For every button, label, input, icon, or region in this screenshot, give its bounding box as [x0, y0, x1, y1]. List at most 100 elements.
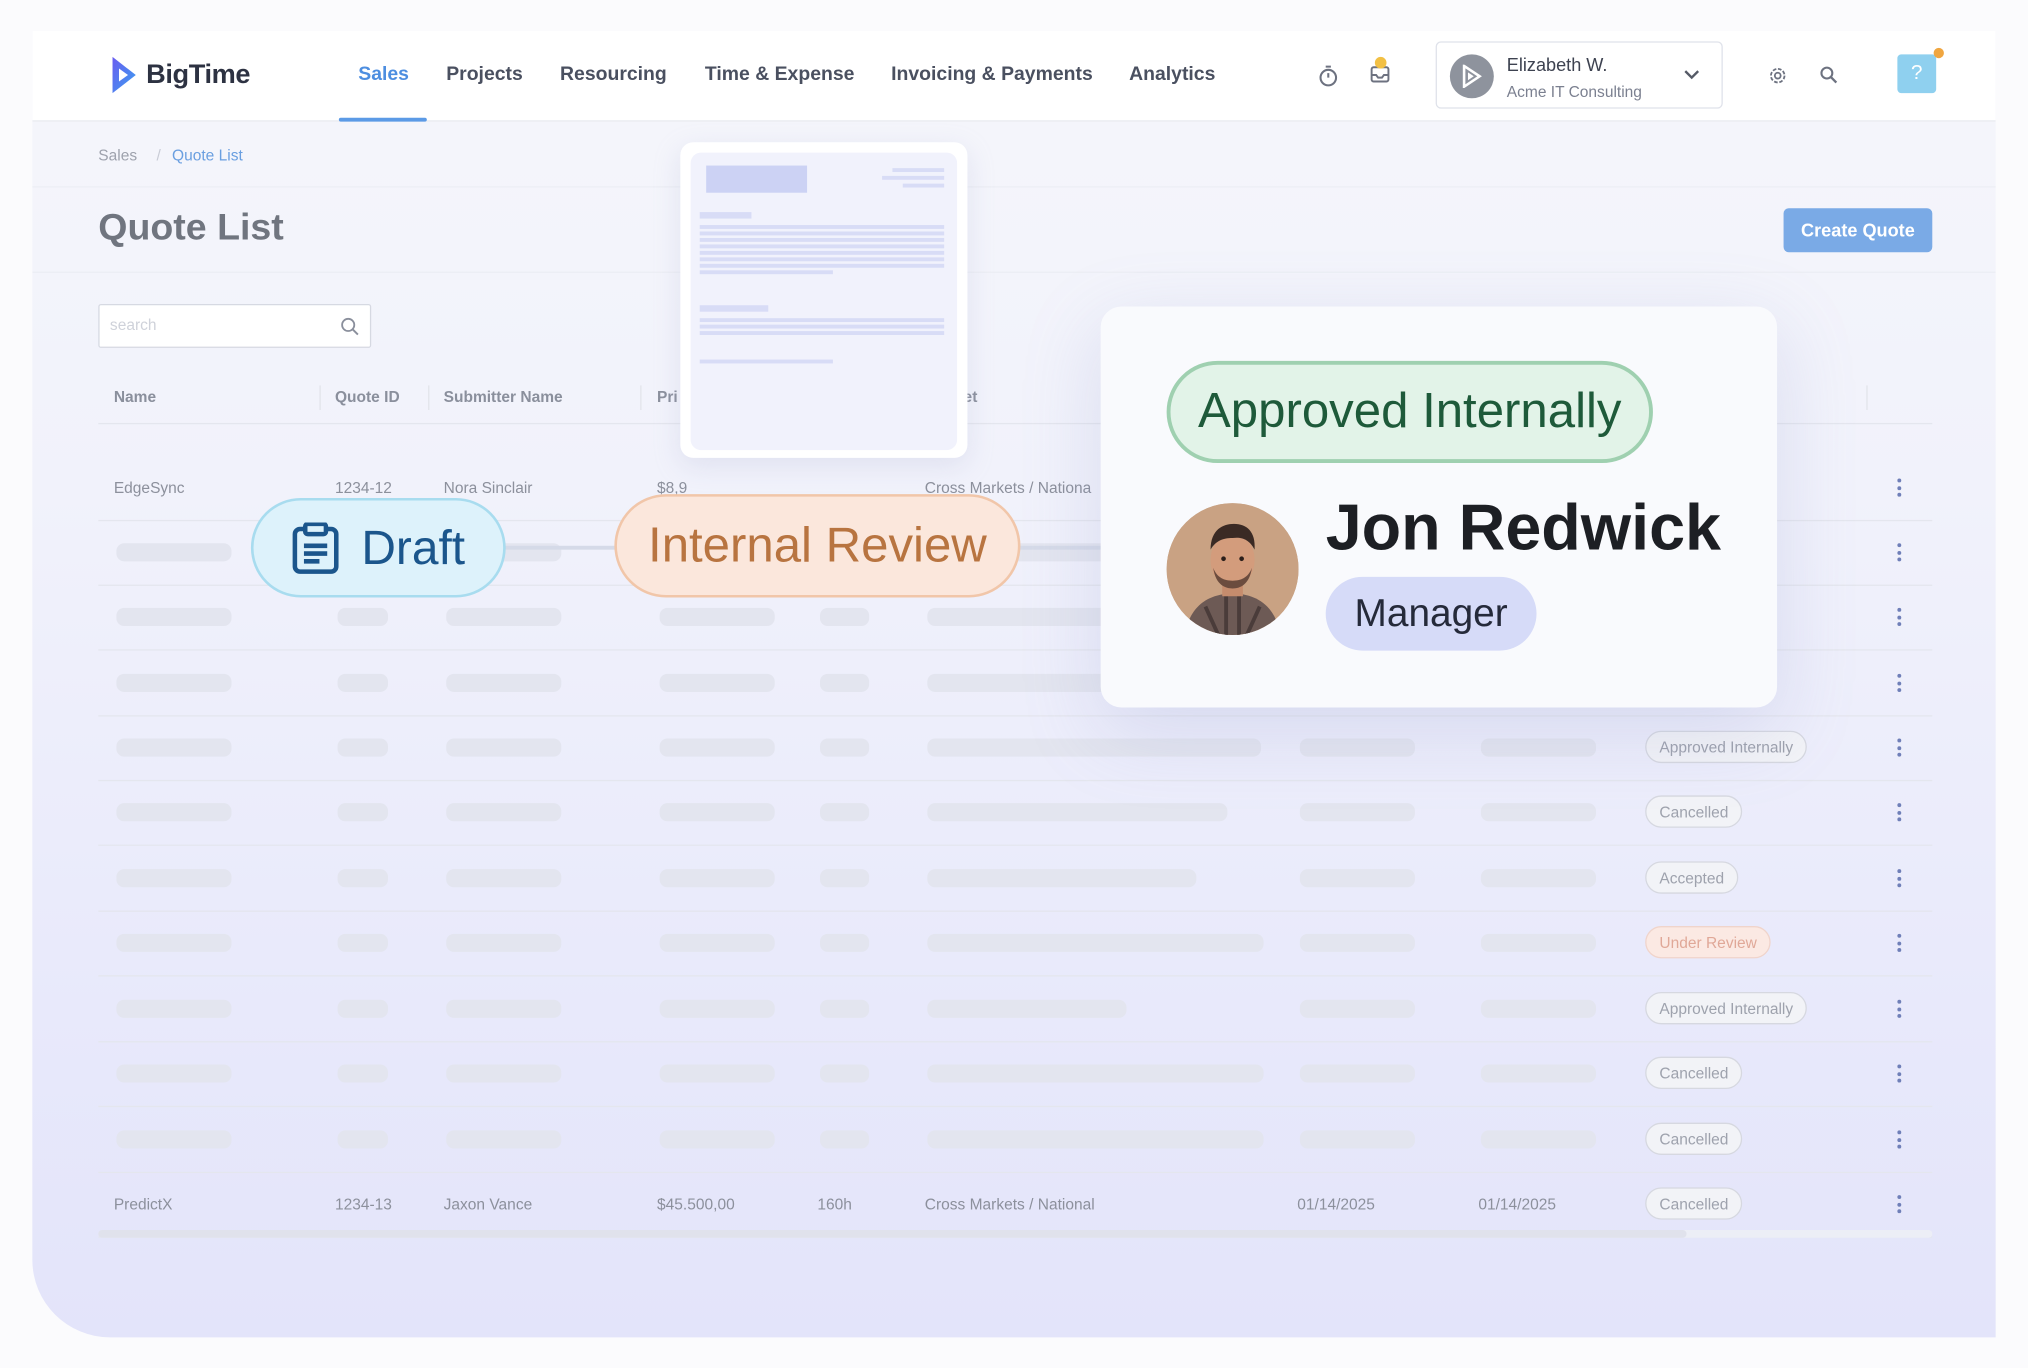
row-actions-icon[interactable] — [1896, 999, 1901, 1018]
row-actions-icon[interactable] — [1896, 803, 1901, 822]
nav-analytics[interactable]: Analytics — [1129, 63, 1215, 85]
document-line — [892, 168, 945, 173]
row-actions-icon[interactable] — [1896, 738, 1901, 757]
create-quote-button[interactable]: Create Quote — [1783, 208, 1933, 253]
loading-placeholder — [446, 803, 562, 822]
column-header-price[interactable]: Pri — [657, 388, 678, 406]
search-icon[interactable] — [1817, 63, 1840, 86]
nav-invoicing-payments[interactable]: Invoicing & Payments — [891, 63, 1093, 85]
column-header-submitter[interactable]: Submitter Name — [444, 388, 563, 406]
brand-logo[interactable]: BigTime — [107, 54, 250, 95]
loading-placeholder — [1480, 933, 1597, 952]
approver-name: Jon Redwick — [1325, 491, 1722, 564]
cell-date2: 01/14/2025 — [1478, 1195, 1557, 1214]
loading-placeholder — [819, 999, 870, 1018]
search-input[interactable] — [109, 315, 330, 334]
loading-placeholder — [116, 543, 232, 562]
loading-placeholder — [659, 607, 775, 626]
loading-placeholder — [819, 1064, 870, 1083]
row-divider — [98, 975, 1933, 977]
loading-placeholder — [659, 933, 775, 952]
loading-placeholder — [337, 803, 389, 822]
row-divider — [98, 715, 1933, 717]
row-actions-icon[interactable] — [1896, 933, 1901, 952]
loading-placeholder — [337, 673, 389, 692]
brand-name: BigTime — [146, 59, 251, 90]
loading-placeholder — [659, 1064, 775, 1083]
internal-review-badge: Internal Review — [614, 494, 1021, 598]
top-navigation: BigTime Sales Projects Resourcing Time &… — [32, 31, 1996, 122]
nav-sales[interactable]: Sales — [358, 63, 409, 85]
loading-placeholder — [819, 1130, 870, 1149]
loading-placeholder — [446, 1130, 562, 1149]
approved-internally-label: Approved Internally — [1198, 384, 1622, 439]
loading-placeholder — [1299, 803, 1415, 822]
cell-price: $45.500,00 — [657, 1195, 735, 1214]
quote-document-preview — [680, 142, 968, 458]
loading-placeholder — [1299, 1064, 1415, 1083]
status-badge: Cancelled — [1645, 795, 1743, 828]
column-divider — [1866, 385, 1868, 410]
status-badge: Cancelled — [1645, 1122, 1743, 1155]
row-actions-icon[interactable] — [1896, 1064, 1901, 1083]
document-logo-block — [706, 165, 808, 193]
bigtime-mark-icon — [1462, 64, 1482, 88]
loading-placeholder — [927, 999, 1127, 1018]
nav-resourcing[interactable]: Resourcing — [560, 63, 667, 85]
row-actions-icon[interactable] — [1896, 869, 1901, 888]
horizontal-scrollbar[interactable] — [98, 1229, 1933, 1238]
page-title: Quote List — [98, 206, 284, 249]
draft-status-badge: Draft — [250, 497, 506, 598]
nav-projects[interactable]: Projects — [446, 63, 523, 85]
loading-placeholder — [927, 1130, 1264, 1149]
loading-placeholder — [1480, 869, 1597, 888]
loading-placeholder — [446, 933, 562, 952]
search-icon — [341, 317, 359, 336]
loading-placeholder — [446, 607, 562, 626]
loading-placeholder — [819, 933, 870, 952]
approver-role-label: Manager — [1354, 591, 1508, 635]
row-actions-icon[interactable] — [1896, 607, 1901, 626]
cell-name: PredictX — [113, 1195, 173, 1214]
nav-time-expense[interactable]: Time & Expense — [705, 63, 855, 85]
loading-placeholder — [116, 869, 232, 888]
column-divider — [428, 385, 430, 410]
gear-icon[interactable] — [1765, 63, 1788, 86]
document-line — [699, 257, 945, 262]
cell-date1: 01/14/2025 — [1297, 1195, 1375, 1214]
column-divider — [319, 385, 321, 410]
help-label: ? — [1911, 62, 1923, 85]
loading-placeholder — [446, 738, 562, 757]
column-header-name[interactable]: Name — [114, 388, 156, 406]
loading-placeholder — [659, 869, 775, 888]
scrollbar-thumb[interactable] — [98, 1229, 1687, 1238]
document-line — [699, 331, 945, 335]
row-actions-icon[interactable] — [1896, 1130, 1901, 1149]
loading-placeholder — [819, 673, 870, 692]
loading-placeholder — [819, 869, 870, 888]
document-line — [699, 305, 769, 312]
user-menu[interactable]: Elizabeth W. Acme IT Consulting — [1435, 41, 1723, 109]
row-actions-icon[interactable] — [1896, 1195, 1901, 1214]
row-actions-icon[interactable] — [1896, 543, 1901, 562]
row-divider — [98, 1171, 1933, 1174]
loading-placeholder — [819, 738, 870, 757]
help-notification-dot — [1933, 47, 1944, 59]
column-header-quote-id[interactable]: Quote ID — [335, 388, 400, 406]
breadcrumb-parent[interactable]: Sales — [98, 146, 137, 164]
breadcrumb-separator: / — [156, 146, 161, 165]
row-actions-icon[interactable] — [1896, 478, 1901, 497]
help-icon[interactable]: ? — [1897, 54, 1937, 94]
user-avatar — [1449, 54, 1494, 99]
status-badge: Approved Internally — [1645, 730, 1808, 764]
app-window: BigTime Sales Projects Resourcing Time &… — [32, 31, 1996, 1338]
cell-submitter: Nora Sinclair — [443, 478, 533, 497]
stopwatch-icon[interactable] — [1315, 62, 1341, 88]
approver-avatar — [1166, 503, 1299, 636]
cell-submitter: Jaxon Vance — [443, 1195, 533, 1214]
loading-placeholder — [446, 1064, 562, 1083]
search-field[interactable] — [98, 303, 372, 348]
cell-hours: 160h — [817, 1195, 852, 1214]
row-actions-icon[interactable] — [1896, 673, 1901, 692]
draft-label: Draft — [361, 520, 466, 574]
